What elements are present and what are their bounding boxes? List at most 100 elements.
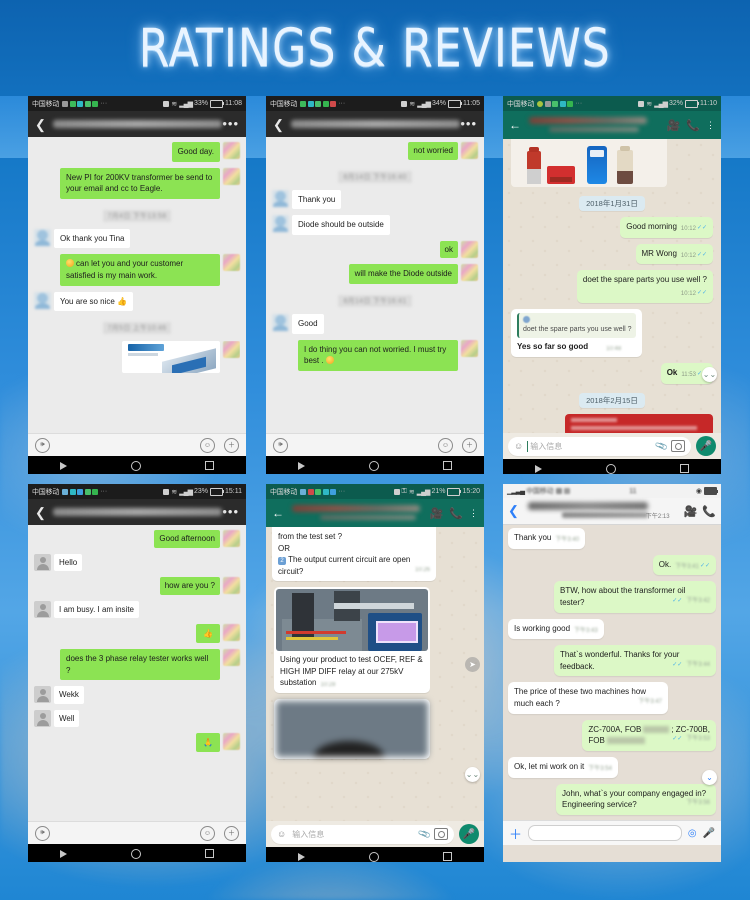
back-icon[interactable]: ← [509,118,521,132]
emoji-icon[interactable]: ☺ [277,829,286,839]
image-attachment[interactable] [122,341,220,374]
back-triangle-icon[interactable] [298,461,305,470]
photo-attachment[interactable] [276,589,428,652]
message-bubble: Wekk [54,686,84,704]
message-row[interactable] [34,341,240,374]
message-bubble: doet the spare parts you use well ? Yes … [511,308,642,358]
back-icon[interactable]: ❮ [35,118,46,131]
thumbs-up-sticker-icon: 👍 [203,629,213,639]
message-list[interactable]: Good afternoon Hello how are you ? I am … [28,525,246,821]
home-circle-icon[interactable] [131,848,141,859]
recents-square-icon[interactable] [205,461,214,470]
message-list[interactable]: from the test set ? OR 2 The output curr… [266,527,484,821]
scroll-to-bottom-button[interactable]: ⌄⌄ [702,367,717,382]
message-list[interactable]: not worried 8月14日 下午16:40 Thank you Diod… [266,137,484,433]
message-bubble: from the test set ? OR 2 The output curr… [272,527,436,582]
chat-header: ❮ ••• [28,499,246,525]
message-bubble: not worried [408,142,458,160]
avatar [34,709,51,727]
mic-icon[interactable]: 🎤 [459,824,479,844]
home-circle-icon[interactable] [606,463,616,474]
more-options-icon[interactable]: ••• [460,117,477,130]
timestamp-label: 8月14日 下午16:40 [338,170,412,183]
message-list[interactable]: Good day. New PI for 200KV transformer b… [28,137,246,433]
back-triangle-icon[interactable] [298,852,305,861]
back-triangle-icon[interactable] [60,849,67,858]
message-row: Diode should be outside [272,215,478,235]
plus-icon[interactable]: ＋ [462,437,477,453]
back-icon[interactable]: ❮ [508,503,519,519]
message-bubble: will make the Diode outside [348,264,458,284]
home-circle-icon[interactable] [131,460,141,471]
mic-icon[interactable]: 🎤 [703,828,715,839]
overflow-menu-icon[interactable]: ⋮ [706,120,715,131]
image-attachment[interactable] [511,139,667,187]
message-input[interactable]: ☺ 输入信息 📎 [271,824,454,844]
voice-icon[interactable]: 🕪 [35,825,50,841]
message-bubble: That`s wonderful. Thanks for your feedba… [554,645,716,677]
voice-icon[interactable]: 🕪 [273,437,288,453]
message-input[interactable]: ☺ 输入信息 📎 [508,436,691,456]
plus-icon[interactable]: ＋ [224,437,239,453]
battery-icon [685,99,699,108]
phone-call-icon[interactable]: 📞 [702,505,716,518]
message-row: does the 3 phase relay tester works well… [34,648,240,681]
phone-call-icon[interactable]: 📞 [686,119,700,132]
message-row[interactable] [509,414,715,433]
plus-icon[interactable]: ＋ [224,825,239,841]
contact-name-redacted[interactable]: 下午2:13 [524,500,679,522]
phone-2-screenshot: 中国移动 ··· ≋ ▂▄▆ 34% 11:05 ❮ ••• not worri… [266,96,484,474]
message-input[interactable] [528,825,682,841]
photo-message[interactable]: Using your product to test OCEF, REF & H… [274,587,430,694]
back-icon[interactable]: ❮ [273,118,284,131]
scroll-to-bottom-button[interactable]: ⌄⌄ [465,767,480,782]
home-circle-icon[interactable] [369,851,379,862]
recents-square-icon[interactable] [680,464,689,473]
emoji-icon[interactable]: ☺ [200,437,215,453]
message-bubble: how are you ? [159,577,220,595]
recents-square-icon[interactable] [443,852,452,861]
message-list[interactable]: 2018年1月31日 Good morning 10:12✓✓ MR Wong 10… [503,139,721,433]
video-call-icon[interactable]: 🎥 [430,507,444,520]
scroll-to-bottom-button[interactable]: ⌄ [702,770,717,785]
plus-icon[interactable]: ＋ [509,824,522,843]
camera-icon[interactable] [671,440,685,452]
more-options-icon[interactable]: ••• [222,117,239,130]
camera-icon[interactable] [434,828,448,840]
avatar [223,624,240,642]
contact-name-redacted[interactable] [527,115,661,135]
voice-icon[interactable]: 🕪 [35,437,50,453]
photo-attachment[interactable] [276,701,428,758]
phone-call-icon[interactable]: 📞 [449,507,463,520]
emoji-icon[interactable]: ☺ [200,825,215,841]
emoji-icon[interactable]: ☺ [514,441,523,451]
back-icon[interactable]: ← [272,506,284,520]
message-row[interactable] [509,139,715,187]
camera-icon[interactable]: ◎ [688,828,697,839]
message-list[interactable]: Thank you 下午3:40 Ok. 下午3:41✓✓ BTW, how abo… [503,525,721,820]
attach-icon[interactable]: 📎 [654,439,669,454]
message-row[interactable] [272,699,478,760]
promo-banner-attachment[interactable] [565,414,713,433]
status-bar: 中国移动 ··· ⚿ ≋ ▂▄▆ 21% 15:20 [266,484,484,499]
video-call-icon[interactable]: 🎥 [684,505,698,518]
back-triangle-icon[interactable] [60,461,67,470]
carrier-label: 中国移动 [270,488,298,496]
message-row[interactable]: Using your product to test OCEF, REF & H… [272,587,478,694]
read-receipt-icon: ✓✓ [672,597,683,604]
emoji-icon[interactable]: ☺ [438,437,453,453]
back-icon[interactable]: ❮ [35,506,46,519]
forward-button[interactable]: ➤ [465,657,480,672]
recents-square-icon[interactable] [205,849,214,858]
recents-square-icon[interactable] [443,461,452,470]
home-circle-icon[interactable] [369,460,379,471]
mic-icon[interactable]: 🎤 [696,436,716,456]
contact-name-redacted[interactable] [290,503,424,523]
more-options-icon[interactable]: ••• [222,505,239,518]
overflow-menu-icon[interactable]: ⋮ [469,508,478,519]
status-notification-icons [62,488,99,495]
back-triangle-icon[interactable] [535,464,542,473]
attach-icon[interactable]: 📎 [417,827,432,842]
photo-message[interactable] [274,699,430,760]
video-call-icon[interactable]: 🎥 [667,119,681,132]
